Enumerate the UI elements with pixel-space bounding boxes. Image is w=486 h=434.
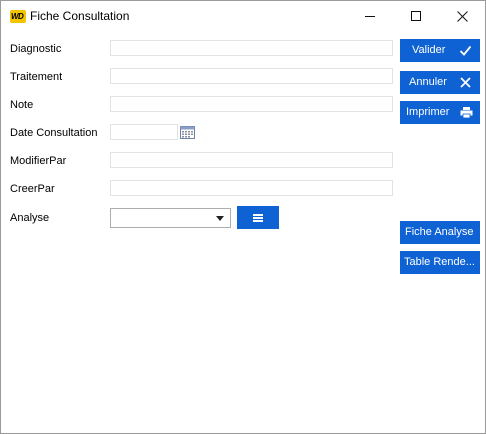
valider-label: Valider — [412, 44, 446, 56]
window-title: Fiche Consultation — [30, 9, 130, 23]
maximize-button[interactable] — [393, 1, 439, 31]
maximize-icon — [411, 11, 421, 21]
analyse-label: Analyse — [10, 212, 50, 224]
minimize-button[interactable] — [347, 1, 393, 31]
annuler-button[interactable]: Annuler — [400, 71, 480, 94]
creer-par-label: CreerPar — [10, 183, 55, 195]
fiche-analyse-label: Fiche Analyse — [405, 226, 474, 238]
modifier-par-label: ModifierPar — [10, 155, 67, 167]
diagnostic-field[interactable] — [110, 40, 393, 56]
imprimer-button[interactable]: Imprimer — [400, 101, 480, 124]
traitement-field[interactable] — [110, 68, 393, 84]
check-icon — [459, 45, 472, 56]
fiche-consultation-window: WD Fiche Consultation Diagnostic Traitem… — [0, 0, 486, 434]
chevron-down-icon — [216, 216, 224, 221]
printer-icon — [460, 107, 473, 119]
creer-par-field[interactable] — [110, 180, 393, 196]
close-button[interactable] — [439, 1, 485, 31]
analyse-select[interactable] — [110, 208, 231, 228]
table-rende-button[interactable]: Table Rende... — [400, 251, 480, 274]
modifier-par-field[interactable] — [110, 152, 393, 168]
title-bar: WD Fiche Consultation — [1, 1, 485, 32]
minimize-icon — [365, 16, 375, 17]
close-icon — [460, 77, 471, 88]
close-icon — [456, 10, 468, 22]
annuler-label: Annuler — [409, 76, 447, 88]
valider-button[interactable]: Valider — [400, 39, 480, 62]
note-field[interactable] — [110, 96, 393, 112]
windev-logo-icon: WD — [10, 10, 26, 23]
logo-text: WD — [11, 12, 24, 21]
fiche-analyse-button[interactable]: Fiche Analyse — [400, 221, 480, 244]
note-label: Note — [10, 99, 34, 111]
table-rende-label: Table Rende... — [404, 256, 475, 268]
imprimer-label: Imprimer — [406, 106, 450, 118]
diagnostic-label: Diagnostic — [10, 43, 62, 55]
calendar-icon[interactable] — [180, 125, 195, 139]
list-icon — [253, 213, 263, 222]
traitement-label: Traitement — [10, 71, 63, 83]
date-consultation-field[interactable] — [110, 124, 178, 140]
analyse-list-button[interactable] — [237, 206, 279, 229]
date-consultation-label: Date Consultation — [10, 127, 98, 139]
